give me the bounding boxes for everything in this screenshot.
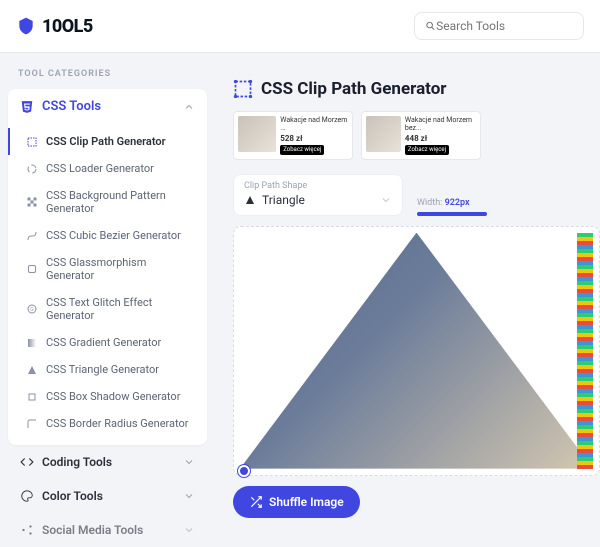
clip-triangle-shape <box>240 233 593 469</box>
drag-handle[interactable] <box>238 465 250 477</box>
sidebar-item-label: CSS Text Glitch Effect Generator <box>46 296 195 322</box>
search-box[interactable] <box>414 12 584 40</box>
chevron-down-icon <box>183 490 195 502</box>
search-input[interactable] <box>436 19 573 33</box>
sidebar-item-label: CSS Gradient Generator <box>46 336 161 349</box>
palette-icon <box>20 489 34 503</box>
shadow-icon <box>26 391 38 403</box>
triangle-icon <box>244 194 256 206</box>
select-value-row: Triangle <box>244 193 392 207</box>
gradient-icon <box>26 337 38 349</box>
sidebar-item-pattern[interactable]: CSS Background Pattern Generator <box>8 182 207 222</box>
ad-card[interactable]: Wakacje nad Morzem ... 528 zł Zobacz wię… <box>233 111 353 160</box>
shuffle-label: Shuffle Image <box>269 495 344 509</box>
select-label: Clip Path Shape <box>244 181 392 191</box>
category-card: CSS Tools CSS Clip Path Generator CSS Lo… <box>8 89 207 445</box>
sidebar-item-bezier[interactable]: CSS Cubic Bezier Generator <box>8 222 207 249</box>
logo[interactable]: 10OL5 <box>16 16 93 37</box>
ad-title: Wakacje nad Morzem bez... <box>405 116 476 133</box>
sidebar: TOOL CATEGORIES CSS Tools CSS Clip Path … <box>0 53 215 535</box>
width-control[interactable]: Width: 922px <box>417 198 487 216</box>
bezier-icon <box>26 230 38 242</box>
radius-icon <box>26 418 38 430</box>
category-color-tools[interactable]: Color Tools <box>8 479 207 513</box>
sidebar-item-glass[interactable]: CSS Glassmorphism Generator <box>8 249 207 289</box>
category-label: CSS Tools <box>42 99 101 114</box>
sidebar-item-label: CSS Cubic Bezier Generator <box>46 229 181 242</box>
ad-thumb <box>366 116 401 152</box>
ads-row: Wakacje nad Morzem ... 528 zł Zobacz wię… <box>233 111 600 160</box>
chevron-down-icon <box>380 194 392 206</box>
ad-price: 448 zł <box>405 134 476 144</box>
logo-text: 10OL5 <box>42 16 93 37</box>
sidebar-item-label: CSS Triangle Generator <box>46 363 159 376</box>
controls-row: Clip Path Shape Triangle Width: 922px <box>233 174 600 216</box>
loader-icon <box>26 163 38 175</box>
ad-price: 528 zł <box>280 134 348 144</box>
sidebar-item-label: CSS Background Pattern Generator <box>46 189 195 215</box>
ad-card[interactable]: Wakacje nad Morzem bez... 448 zł Zobacz … <box>361 111 481 160</box>
triangle-icon <box>26 364 38 376</box>
chevron-down-icon <box>183 456 195 468</box>
sidebar-item-label: CSS Clip Path Generator <box>46 135 166 148</box>
svg-text:G: G <box>30 307 34 313</box>
width-label: Width: <box>417 198 442 208</box>
clip-canvas[interactable] <box>233 226 600 476</box>
sidebar-item-shadow[interactable]: CSS Box Shadow Generator <box>8 383 207 410</box>
shuffle-button[interactable]: Shuffle Image <box>233 486 360 518</box>
glitch-icon: G <box>26 303 38 315</box>
page-title-row: CSS Clip Path Generator <box>233 79 600 99</box>
category-social-tools[interactable]: Social Media Tools <box>8 513 207 547</box>
chevron-down-icon <box>183 524 195 536</box>
sidebar-item-clip-path[interactable]: CSS Clip Path Generator <box>8 128 207 155</box>
category-label: Social Media Tools <box>42 523 143 537</box>
clip-path-icon <box>26 136 38 148</box>
category-label: Coding Tools <box>42 455 112 469</box>
sidebar-item-label: CSS Border Radius Generator <box>46 417 189 430</box>
category-coding-tools[interactable]: Coding Tools <box>8 445 207 479</box>
category-css-tools[interactable]: CSS Tools <box>8 89 207 124</box>
ad-meta: Wakacje nad Morzem bez... 448 zł Zobacz … <box>405 116 476 155</box>
ad-meta: Wakacje nad Morzem ... 528 zł Zobacz wię… <box>280 116 348 155</box>
app-header: 10OL5 <box>0 0 600 53</box>
clip-preview <box>240 233 593 469</box>
chevron-up-icon <box>183 101 195 113</box>
glass-icon <box>26 263 38 275</box>
width-value: 922px <box>445 198 470 208</box>
sidebar-item-gradient[interactable]: CSS Gradient Generator <box>8 329 207 356</box>
sublist: CSS Clip Path Generator CSS Loader Gener… <box>8 124 207 445</box>
ad-thumb <box>238 116 276 152</box>
clip-path-icon <box>233 79 253 99</box>
sidebar-item-label: CSS Glassmorphism Generator <box>46 256 195 282</box>
sidebar-item-triangle[interactable]: CSS Triangle Generator <box>8 356 207 383</box>
shuffle-icon <box>249 495 263 509</box>
code-icon <box>20 455 34 469</box>
main-content: CSS Clip Path Generator Wakacje nad Morz… <box>215 53 600 535</box>
ad-title: Wakacje nad Morzem ... <box>280 116 348 133</box>
select-value: Triangle <box>262 193 305 207</box>
layout: TOOL CATEGORIES CSS Tools CSS Clip Path … <box>0 53 600 535</box>
width-slider[interactable] <box>417 212 487 216</box>
sidebar-item-glitch[interactable]: G CSS Text Glitch Effect Generator <box>8 289 207 329</box>
sidebar-item-label: CSS Loader Generator <box>46 162 154 175</box>
sidebar-title: TOOL CATEGORIES <box>8 63 207 85</box>
ad-cta[interactable]: Zobacz więcej <box>280 145 324 154</box>
sidebar-item-label: CSS Box Shadow Generator <box>46 390 180 403</box>
share-icon <box>20 523 34 537</box>
shape-select[interactable]: Clip Path Shape Triangle <box>233 174 403 216</box>
sidebar-item-loader[interactable]: CSS Loader Generator <box>8 155 207 182</box>
width-label-row: Width: 922px <box>417 198 487 208</box>
page-title: CSS Clip Path Generator <box>261 79 447 99</box>
image-edge-stripe <box>577 233 593 469</box>
pattern-icon <box>26 196 38 208</box>
search-icon <box>425 20 436 32</box>
logo-icon <box>16 16 36 36</box>
ad-cta[interactable]: Zobacz więcej <box>405 145 449 154</box>
category-label: Color Tools <box>42 489 103 503</box>
sidebar-item-radius[interactable]: CSS Border Radius Generator <box>8 410 207 437</box>
css-icon <box>20 100 34 114</box>
